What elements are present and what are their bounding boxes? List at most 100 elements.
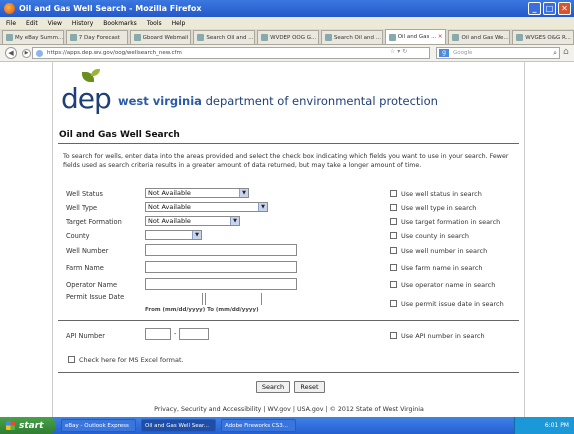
favicon-icon — [452, 34, 460, 41]
menu-history[interactable]: History — [72, 20, 93, 27]
taskbar-item-outlook[interactable]: eBay - Outlook Express — [61, 419, 136, 432]
use-county-label: Use county in search — [401, 232, 470, 240]
favicon-icon — [261, 34, 269, 41]
excel-format-checkbox[interactable] — [68, 356, 75, 363]
org-name: west virginia department of environmenta… — [118, 94, 438, 108]
chevron-down-icon: ▼ — [230, 217, 239, 225]
url-input[interactable]: https://apps.dep.wv.gov/oog/wellsearch_n… — [32, 47, 430, 59]
close-icon[interactable]: ✕ — [558, 2, 571, 15]
permit-date-to-input[interactable] — [205, 293, 262, 305]
tab-webmail[interactable]: Gboard Webmail — [129, 30, 192, 44]
taskbar-item-fireworks[interactable]: Adobe Fireworks CS3... — [221, 419, 296, 432]
dep-logo[interactable]: dep — [61, 82, 112, 115]
menu-edit[interactable]: Edit — [26, 20, 38, 27]
well-status-label: Well Status — [66, 190, 103, 198]
operator-name-input[interactable] — [145, 278, 297, 290]
tab-search-oil-2[interactable]: Search Oil and ... — [320, 30, 383, 44]
forward-icon[interactable]: ▶ — [22, 48, 31, 58]
divider — [58, 372, 519, 373]
tab-ebay[interactable]: My eBay Summ... — [2, 30, 64, 44]
use-permit-date-checkbox[interactable] — [390, 300, 397, 307]
search-input[interactable]: g Google ⌕ — [436, 47, 560, 59]
menu-bar: File Edit View History Bookmarks Tools H… — [0, 17, 574, 29]
tab-bar: My eBay Summ... 7 Day Forecast Gboard We… — [0, 29, 574, 45]
tab-close-icon[interactable]: ✕ — [438, 34, 443, 40]
well-number-label: Well Number — [66, 247, 109, 255]
menu-tools[interactable]: Tools — [147, 20, 162, 27]
well-type-select[interactable]: Not Available ▼ — [145, 202, 268, 212]
farm-name-input[interactable] — [145, 261, 297, 273]
intro-text: To search for wells, enter data into the… — [63, 153, 509, 169]
window-titlebar: Oil and Gas Well Search - Mozilla Firefo… — [0, 0, 574, 17]
start-button[interactable]: start — [0, 417, 56, 434]
target-formation-select[interactable]: Not Available ▼ — [145, 216, 240, 226]
well-number-input[interactable] — [145, 244, 297, 256]
divider — [58, 320, 519, 321]
well-status-select[interactable]: Not Available ▼ — [145, 188, 249, 198]
back-icon[interactable]: ◀ — [5, 47, 17, 59]
permit-date-label: Permit Issue Date — [66, 293, 125, 301]
permit-date-from-input[interactable] — [145, 293, 203, 305]
page-title: Oil and Gas Well Search — [59, 130, 180, 140]
site-identity-icon — [36, 50, 43, 57]
search-button[interactable]: Search — [256, 381, 290, 393]
use-operator-name-label: Use operator name in search — [401, 281, 496, 289]
use-target-formation-label: Use target formation in search — [401, 218, 501, 226]
search-icon[interactable]: ⌕ — [553, 48, 557, 58]
well-type-label: Well Type — [66, 204, 98, 212]
api-number-label: API Number — [66, 332, 106, 340]
use-well-number-checkbox[interactable] — [390, 247, 397, 254]
divider — [58, 143, 519, 144]
reload-icon[interactable]: ☆ ▾ ↻ — [390, 48, 407, 55]
navigation-bar: ◀ ▶ https://apps.dep.wv.gov/oog/wellsear… — [0, 45, 574, 62]
clock: 6:01 PM — [544, 422, 569, 429]
minimize-icon[interactable]: _ — [528, 2, 541, 15]
home-icon[interactable]: ⌂ — [563, 47, 569, 57]
api-number-suffix-input[interactable] — [179, 328, 209, 340]
use-permit-date-label: Use permit issue date in search — [401, 300, 504, 308]
use-farm-name-checkbox[interactable] — [390, 264, 397, 271]
favicon-icon — [6, 34, 13, 41]
use-operator-name-checkbox[interactable] — [390, 281, 397, 288]
tab-oil-gas-we[interactable]: Oil and Gas We... — [448, 30, 511, 44]
use-well-status-checkbox[interactable] — [390, 190, 397, 197]
site-header: dep west virginia department of environm… — [53, 66, 525, 115]
permit-date-hint: From (mm/dd/yyyy) To (mm/dd/yyyy) — [145, 307, 259, 313]
window-title: Oil and Gas Well Search - Mozilla Firefo… — [19, 4, 202, 13]
tab-forecast[interactable]: 7 Day Forecast — [65, 30, 128, 44]
menu-file[interactable]: File — [6, 20, 16, 27]
leaf-icon — [91, 69, 100, 76]
taskbar: start eBay - Outlook Express Oil and Gas… — [0, 417, 574, 434]
favicon-icon — [388, 33, 396, 41]
maximize-icon[interactable]: □ — [543, 2, 556, 15]
tab-oil-gas-active[interactable]: Oil and Gas ... ✕ — [384, 29, 447, 44]
use-county-checkbox[interactable] — [390, 232, 397, 239]
operator-name-label: Operator Name — [66, 281, 118, 289]
county-label: County — [66, 232, 90, 240]
favicon-icon — [197, 34, 205, 41]
use-api-number-label: Use API number in search — [401, 332, 485, 340]
firefox-icon — [4, 3, 15, 14]
favicon-icon — [69, 34, 77, 41]
menu-view[interactable]: View — [48, 20, 62, 27]
system-tray: 6:01 PM — [514, 417, 574, 434]
use-target-formation-checkbox[interactable] — [390, 218, 397, 225]
taskbar-item-firefox[interactable]: Oil and Gas Well Sear... — [141, 419, 216, 432]
chevron-down-icon: ▼ — [258, 203, 267, 211]
use-well-type-checkbox[interactable] — [390, 204, 397, 211]
menu-help[interactable]: Help — [172, 20, 186, 27]
use-well-type-label: Use well type in search — [401, 204, 477, 212]
tab-wvdep[interactable]: WVDEP OOG G... — [257, 30, 319, 44]
use-api-number-checkbox[interactable] — [390, 332, 397, 339]
api-number-prefix-input[interactable] — [145, 328, 171, 340]
tab-wvges[interactable]: WVGES O&G R... — [512, 30, 574, 44]
county-select[interactable]: ▼ — [145, 230, 202, 240]
page-container: dep west virginia department of environm… — [52, 62, 525, 417]
api-number-separator: - — [174, 330, 177, 338]
use-farm-name-label: Use farm name in search — [401, 264, 483, 272]
farm-name-label: Farm Name — [66, 264, 104, 272]
site-footer[interactable]: Privacy, Security and Accessibility | WV… — [53, 406, 525, 413]
tab-search-oil-1[interactable]: Search Oil and ... — [193, 30, 256, 44]
reset-button[interactable]: Reset — [294, 381, 325, 393]
menu-bookmarks[interactable]: Bookmarks — [103, 20, 137, 27]
